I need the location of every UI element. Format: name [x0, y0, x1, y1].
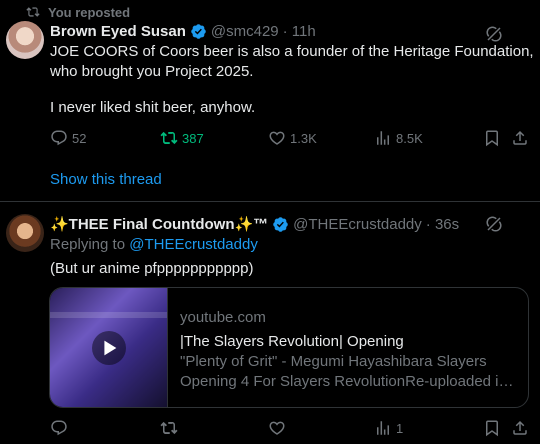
bookmark-button[interactable]	[483, 129, 505, 147]
heart-icon	[269, 421, 285, 435]
like-button[interactable]: 1.3K	[268, 129, 317, 147]
card-domain: youtube.com	[180, 309, 266, 326]
repost-count: 387	[182, 130, 204, 146]
like-count: 1.3K	[290, 130, 317, 146]
thumbnail-banner	[50, 312, 167, 318]
tweet-actions: 52 387 1.3K 8.5K	[50, 129, 528, 147]
share-button[interactable]	[511, 129, 533, 147]
repost-button[interactable]	[160, 419, 182, 437]
share-icon	[513, 130, 527, 145]
views-button[interactable]: 1	[374, 419, 403, 437]
repost-label: You reposted	[48, 4, 131, 20]
card-info: youtube.com |The Slayers Revolution| Ope…	[168, 288, 528, 407]
tweet-text-line: JOE COORS of Coors beer is also a founde…	[50, 43, 534, 60]
reply-icon	[51, 130, 67, 146]
repost-icon	[160, 421, 178, 435]
author-name[interactable]: ✨THEE Final Countdown✨™	[50, 215, 268, 233]
grok-icon[interactable]	[485, 215, 503, 233]
author-handle[interactable]: @smc429	[211, 23, 279, 40]
views-count: 1	[396, 420, 404, 436]
replying-to: Replying to @THEEcrustdaddy	[50, 236, 258, 253]
timestamp[interactable]: · 36s	[426, 216, 459, 233]
avatar[interactable]	[6, 21, 44, 59]
bookmark-button[interactable]	[483, 419, 505, 437]
analytics-icon	[377, 421, 389, 435]
tweet-text-line: who brought you Project 2025.	[50, 63, 254, 80]
share-icon	[513, 420, 527, 435]
author-handle[interactable]: @THEEcrustdaddy	[293, 216, 422, 233]
show-thread-link[interactable]: Show this thread	[50, 171, 162, 188]
divider	[0, 201, 540, 202]
play-icon	[103, 340, 116, 355]
reply-button[interactable]	[50, 419, 72, 437]
repost-button[interactable]: 387	[160, 129, 204, 147]
views-count: 8.5K	[396, 130, 423, 146]
tweet-header: Brown Eyed Susan @smc429 · 11h	[50, 23, 316, 40]
play-button[interactable]	[91, 330, 126, 365]
card-description-line: Opening 4 For Slayers RevolutionRe-uploa…	[180, 373, 516, 390]
grok-icon[interactable]	[485, 25, 503, 43]
tweet-text-line: I never liked shit beer, anyhow.	[50, 99, 256, 116]
verified-badge-icon	[191, 24, 206, 39]
tweet-text-line: (But ur anime pfppppppppppp)	[50, 260, 254, 277]
repost-icon	[26, 7, 40, 17]
bookmark-icon	[486, 420, 498, 437]
repost-indicator: You reposted	[26, 4, 130, 20]
reply-count: 52	[72, 130, 87, 146]
timestamp[interactable]: · 11h	[283, 23, 316, 40]
tweet-text: (But ur anime pfppppppppppp)	[50, 259, 253, 279]
reply-icon	[51, 420, 67, 436]
author-name[interactable]: Brown Eyed Susan	[50, 23, 186, 40]
replying-to-label: Replying to	[50, 236, 130, 253]
reply-button[interactable]: 52	[50, 129, 86, 147]
heart-icon	[269, 131, 285, 145]
avatar[interactable]	[6, 214, 44, 252]
video-thumbnail[interactable]	[50, 288, 168, 407]
link-card[interactable]: youtube.com |The Slayers Revolution| Ope…	[49, 287, 529, 408]
card-description-line: "Plenty of Grit" - Megumi Hayashibara Sl…	[180, 353, 487, 370]
verified-badge-icon	[273, 216, 288, 232]
tweet-header: ✨THEE Final Countdown✨™ @THEEcrustdaddy …	[50, 215, 459, 234]
replying-to-handle[interactable]: @THEEcrustdaddy	[129, 236, 258, 253]
card-description: "Plenty of Grit" - Megumi Hayashibara Sl…	[180, 352, 516, 392]
card-title: |The Slayers Revolution| Opening	[180, 333, 404, 350]
tweet-text: JOE COORS of Coors beer is also a founde…	[50, 42, 534, 118]
tweet-actions: 1	[50, 419, 528, 437]
like-button[interactable]	[268, 419, 290, 437]
analytics-icon	[377, 131, 389, 145]
bookmark-icon	[486, 130, 498, 147]
share-button[interactable]	[511, 419, 533, 437]
views-button[interactable]: 8.5K	[374, 129, 423, 147]
repost-icon	[160, 131, 178, 145]
